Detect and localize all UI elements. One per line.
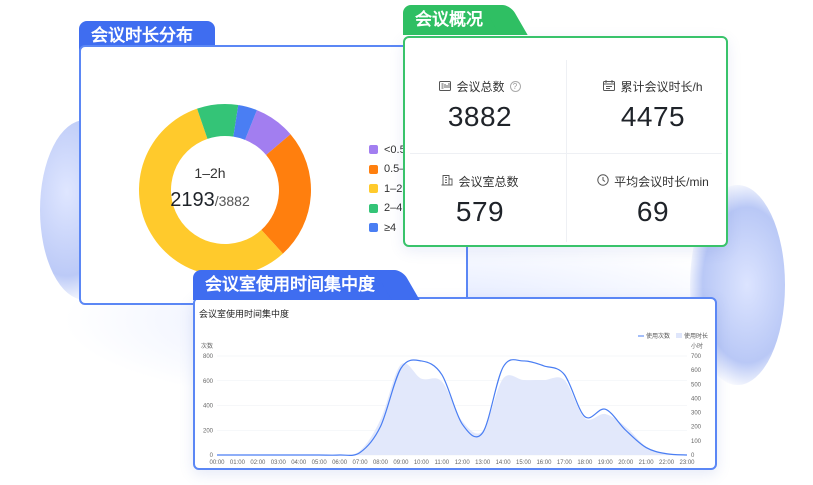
donut-count: 2193	[170, 189, 215, 211]
x-tick: 18:00	[577, 460, 593, 465]
y-tick-left: 0	[210, 453, 214, 459]
x-tick: 04:00	[291, 460, 307, 465]
x-tick: 15:00	[516, 460, 532, 465]
x-tick: 11:00	[434, 460, 449, 465]
stat-label-average-duration: 平均会议时长/min	[614, 175, 709, 189]
stat-value-total-duration: 4475	[620, 101, 686, 132]
x-tick: 23:00	[679, 460, 695, 465]
x-tick: 07:00	[353, 460, 369, 465]
x-tick: 08:00	[373, 460, 389, 465]
stat-average-duration: 平均会议时长/min 69	[573, 173, 733, 228]
x-tick: 12:00	[455, 460, 471, 465]
y-axis-label-left: 次数	[201, 342, 213, 350]
stat-total-meetings: 会议总数 ? 3882	[400, 78, 560, 133]
legend-swatch	[369, 203, 378, 213]
y-tick-right: 600	[691, 368, 702, 374]
x-tick: 02:00	[250, 460, 266, 465]
donut-total: /3882	[214, 193, 250, 209]
building-icon	[441, 174, 453, 189]
x-tick: 22:00	[659, 460, 675, 465]
legend-swatch	[369, 223, 378, 233]
usage-concentration-title: 会议室使用时间集中度	[205, 275, 375, 294]
legend-swatch	[369, 164, 378, 174]
y-tick-right: 200	[691, 425, 702, 431]
meeting-overview-tab: 会议概况	[403, 5, 505, 35]
stat-label-total-rooms: 会议室总数	[458, 175, 519, 189]
x-tick: 00:00	[209, 460, 225, 465]
x-tick: 13:00	[475, 460, 491, 465]
stat-value-total-rooms: 579	[455, 196, 505, 227]
y-tick-left: 400	[203, 404, 214, 410]
calendar-icon	[603, 79, 616, 94]
x-tick: 20:00	[618, 460, 634, 465]
stat-value-total-meetings: 3882	[447, 101, 513, 132]
legend-label-count: 使用次数	[646, 332, 670, 340]
x-tick: 05:00	[312, 460, 328, 465]
y-tick-right: 300	[691, 411, 702, 417]
x-tick: 10:00	[414, 460, 430, 465]
overview-divider-vertical	[566, 60, 567, 242]
donut-center-value: 2193/3882	[150, 189, 270, 212]
y-tick-left: 600	[203, 379, 214, 385]
meeting-list-icon	[439, 80, 452, 94]
legend-swatch	[369, 184, 378, 194]
stat-total-rooms: 会议室总数 579	[400, 173, 560, 228]
y-tick-right: 500	[691, 382, 702, 388]
legend-swatch	[369, 145, 378, 155]
series-area-usage-duration	[217, 362, 687, 456]
help-icon[interactable]: ?	[509, 81, 521, 92]
stat-label-total-meetings: 会议总数	[456, 80, 505, 94]
overview-divider-horizontal	[410, 153, 722, 154]
y-tick-right: 100	[691, 439, 702, 445]
x-tick: 01:00	[230, 460, 246, 465]
usage-concentration-tab: 会议室使用时间集中度	[193, 270, 397, 300]
x-tick: 06:00	[332, 460, 348, 465]
duration-distribution-title: 会议时长分布	[91, 26, 193, 45]
donut-center-label: 1–2h	[194, 165, 226, 181]
y-tick-right: 0	[691, 453, 695, 459]
legend-label-duration: 使用时长	[684, 332, 708, 340]
x-tick: 16:00	[536, 460, 552, 465]
donut-center: 1–2h 2193/3882	[150, 165, 270, 212]
legend-swatch-area	[676, 333, 682, 338]
y-tick-right: 400	[691, 396, 702, 402]
stat-label-total-duration: 累计会议时长/h	[620, 80, 703, 94]
usage-line-chart: 0 200 400 600 800 0 100 200 300 400 500 600 700 次数 小时 0…	[201, 332, 708, 465]
x-tick: 09:00	[393, 460, 409, 465]
y-tick-right: 700	[691, 354, 702, 360]
x-tick: 19:00	[598, 460, 614, 465]
meeting-overview-title: 会议概况	[415, 10, 483, 29]
x-tick: 14:00	[496, 460, 512, 465]
x-tick: 17:00	[557, 460, 573, 465]
x-tick: 03:00	[271, 460, 287, 465]
y-axis-label-right: 小时	[691, 342, 703, 350]
stat-value-average-duration: 69	[636, 196, 670, 227]
y-tick-left: 200	[203, 428, 214, 434]
clock-icon	[597, 174, 609, 189]
legend-label: ≥4	[384, 221, 397, 234]
y-tick-left: 800	[203, 354, 214, 360]
stat-total-duration: 累计会议时长/h 4475	[573, 78, 733, 133]
x-tick: 21:00	[639, 460, 655, 465]
usage-chart-title: 会议室使用时间集中度	[199, 309, 290, 319]
